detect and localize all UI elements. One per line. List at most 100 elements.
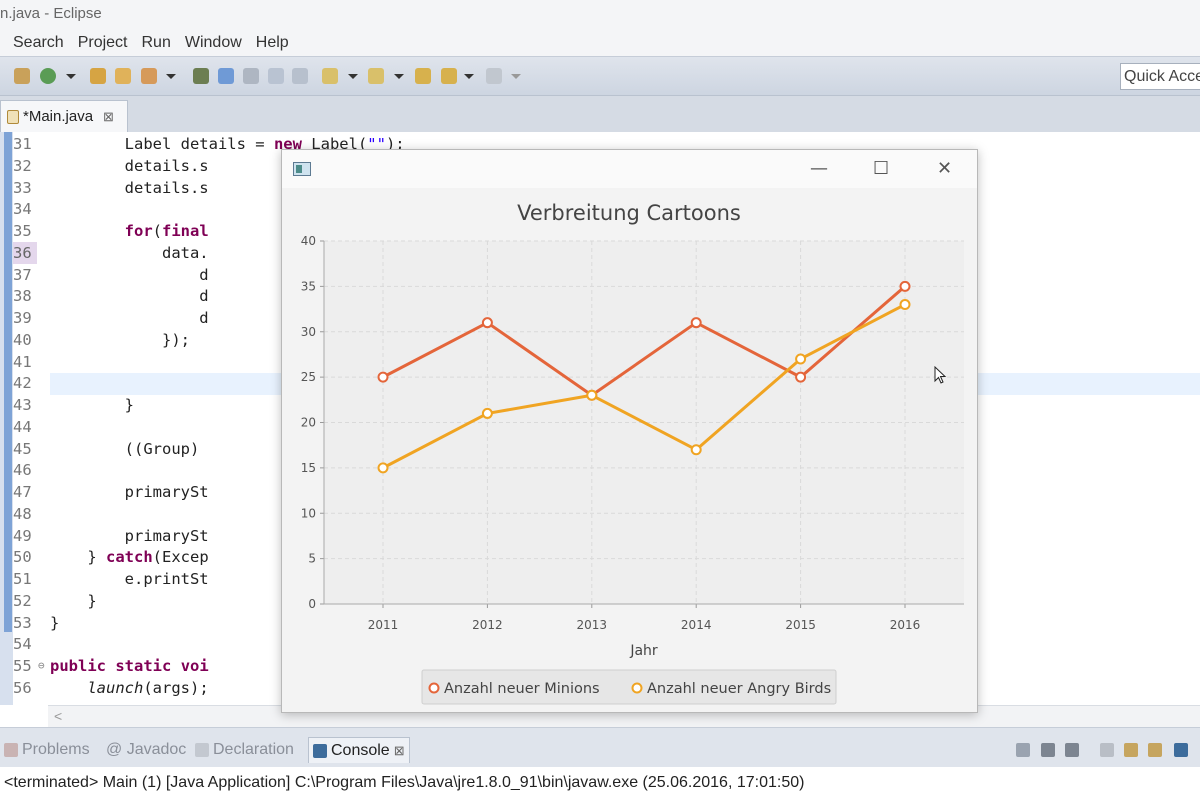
- code-text: public static voi: [50, 657, 209, 675]
- menu-bar: Search Project Run Window Help: [0, 30, 1200, 56]
- x-tick-label: 2011: [368, 618, 399, 632]
- close-button[interactable]: ✕: [937, 158, 952, 179]
- open-type-icon[interactable]: [90, 68, 106, 84]
- chevron-down-icon[interactable]: [166, 74, 176, 79]
- show-console-icon[interactable]: [1148, 743, 1162, 757]
- minimize-button[interactable]: —: [810, 158, 828, 179]
- line-number: 35: [13, 222, 32, 240]
- tab-main-java[interactable]: *Main.java ⊠: [0, 100, 128, 132]
- code-text: }: [50, 591, 97, 610]
- scroll-lock-icon[interactable]: [1124, 743, 1138, 757]
- menu-run[interactable]: Run: [135, 30, 178, 56]
- chart-window: — ☐ ✕ 0 5 10 15 20 25 30 35 40 2011 2012 2013 2014 20…: [281, 149, 978, 713]
- x-tick-label: 2013: [577, 618, 608, 632]
- line-number: 54: [13, 635, 32, 654]
- data-point: [586, 389, 598, 401]
- editor-bottom-strip: [0, 705, 48, 727]
- chevron-down-icon[interactable]: [464, 74, 474, 79]
- code-text: e.printSt: [50, 570, 209, 588]
- back-icon[interactable]: [441, 68, 457, 84]
- quick-access-input[interactable]: Quick Acce: [1120, 63, 1200, 90]
- line-number: 34: [13, 200, 32, 219]
- tab-console[interactable]: Console ⊠: [308, 737, 410, 763]
- data-point: [377, 462, 389, 474]
- brush-icon[interactable]: [243, 68, 259, 84]
- code-text: d: [50, 265, 209, 284]
- prev-annotation-icon[interactable]: [368, 68, 384, 84]
- code-text: }: [50, 396, 134, 414]
- data-point: [899, 280, 911, 292]
- tab-label: Problems: [22, 741, 90, 758]
- last-edit-icon[interactable]: [415, 68, 431, 84]
- tab-declaration[interactable]: Declaration: [195, 737, 294, 763]
- code-text: d: [50, 309, 209, 327]
- maximize-button[interactable]: ☐: [873, 158, 889, 179]
- paragraph-icon[interactable]: [292, 68, 308, 84]
- pin-icon[interactable]: [193, 68, 209, 84]
- terminate-icon[interactable]: [1016, 743, 1030, 757]
- x-tick-label: 2016: [890, 618, 921, 632]
- menu-project[interactable]: Project: [71, 30, 135, 56]
- chart-window-title-bar: — ☐ ✕: [282, 150, 977, 188]
- data-point: [690, 444, 702, 456]
- chevron-down-icon[interactable]: [511, 74, 521, 79]
- code-text: }: [50, 613, 60, 632]
- x-tick-label: 2012: [472, 618, 503, 632]
- tab-label: Console: [331, 741, 390, 759]
- menu-search[interactable]: Search: [6, 30, 71, 56]
- new-wizard-icon[interactable]: [14, 68, 30, 84]
- scroll-left-icon[interactable]: <: [54, 708, 62, 724]
- line-number: 42: [13, 374, 32, 393]
- line-number: 36: [13, 241, 37, 264]
- forward-icon[interactable]: [486, 68, 502, 84]
- remove-all-icon[interactable]: [1065, 743, 1079, 757]
- chevron-down-icon[interactable]: [66, 74, 76, 79]
- legend-label: Anzahl neuer Angry Birds: [647, 681, 831, 697]
- line-number: 46: [13, 461, 32, 480]
- data-point: [795, 371, 807, 383]
- code-text: ((Group): [50, 439, 200, 458]
- line-number: 52: [13, 591, 32, 610]
- tool-icon[interactable]: [141, 68, 157, 84]
- block-icon[interactable]: [268, 68, 284, 84]
- close-icon[interactable]: ⊠: [394, 743, 405, 759]
- y-tick-label: 30: [301, 325, 316, 339]
- line-number: 55: [13, 657, 32, 675]
- menu-window[interactable]: Window: [178, 30, 249, 56]
- line-number: 51: [13, 570, 32, 588]
- clear-console-icon[interactable]: [1100, 743, 1114, 757]
- editor-tab-bar: [0, 96, 1200, 132]
- data-point: [899, 299, 911, 311]
- code-text: details.s: [50, 156, 209, 175]
- highlight-icon[interactable]: [218, 68, 234, 84]
- console-icon: [313, 743, 327, 758]
- remove-launch-icon[interactable]: [1041, 743, 1055, 757]
- tab-problems[interactable]: Problems: [4, 737, 90, 763]
- line-chart: 0 5 10 15 20 25 30 35 40 2011 2012 2013 2014 2015 2016…: [301, 201, 964, 705]
- tab-label: Declaration: [213, 741, 294, 758]
- tab-javadoc[interactable]: @ Javadoc: [106, 737, 186, 763]
- x-tick-label: 2015: [785, 618, 816, 632]
- console-output: <terminated> Main (1) [Java Application]…: [0, 767, 1200, 800]
- fold-toggle-icon[interactable]: ⊖: [38, 655, 45, 677]
- x-tick-label: 2014: [681, 618, 712, 632]
- menu-help[interactable]: Help: [249, 30, 296, 56]
- code-text: primarySt: [50, 483, 209, 501]
- next-annotation-icon[interactable]: [322, 68, 338, 84]
- data-point: [795, 353, 807, 365]
- line-number: 37: [13, 265, 32, 284]
- code-text: primarySt: [50, 526, 209, 545]
- chevron-down-icon[interactable]: [348, 74, 358, 79]
- open-console-icon[interactable]: [1174, 743, 1188, 757]
- line-number: 50: [13, 548, 32, 567]
- line-number: 33: [13, 178, 32, 197]
- legend-marker: [631, 682, 643, 694]
- close-icon[interactable]: ⊠: [103, 109, 114, 125]
- chevron-down-icon[interactable]: [394, 74, 404, 79]
- open-folder-icon[interactable]: [115, 68, 131, 84]
- line-number: 48: [13, 504, 32, 523]
- data-point: [690, 317, 702, 329]
- y-tick-label: 40: [301, 234, 316, 248]
- refresh-icon[interactable]: [40, 68, 56, 84]
- java-file-icon: [7, 109, 19, 124]
